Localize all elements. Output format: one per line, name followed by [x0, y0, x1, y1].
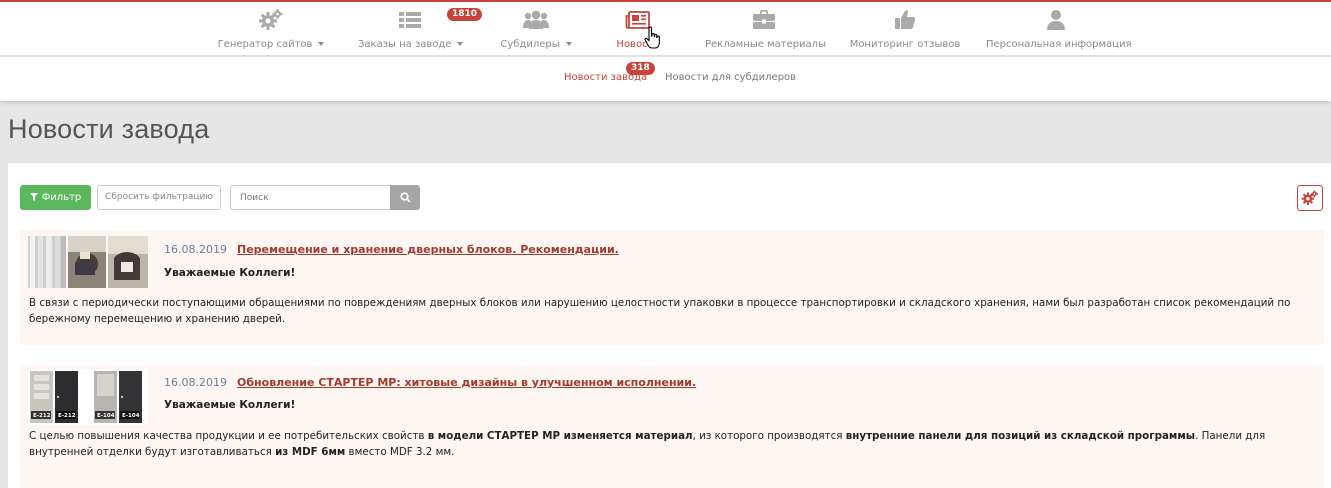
news-title-link[interactable]: Обновление СТАРТЕР МР: хитовые дизайны в…: [237, 376, 696, 389]
filter-icon: [29, 193, 38, 201]
news-greeting: Уважаемые Коллеги!: [164, 267, 296, 279]
tab-subdealer-news[interactable]: Новости для субдилеров: [665, 72, 796, 83]
nav-item-label: Мониторинг отзывов: [849, 39, 961, 50]
search-button[interactable]: [390, 185, 420, 210]
news-image-starter-doors[interactable]: E-212 E-212 E-104 E-104: [28, 369, 148, 425]
nav-item-review-monitoring[interactable]: Мониторинг отзывов: [849, 8, 961, 54]
thumbs-up-icon: [895, 10, 916, 29]
list-icon: [399, 12, 421, 28]
news-image-door-storage[interactable]: [28, 236, 148, 288]
nav-item-subdealers[interactable]: Субдилеры: [498, 8, 574, 54]
nav-item-personal-info[interactable]: Персональная информация: [986, 8, 1132, 54]
page-title: Новости завода: [8, 114, 210, 144]
gears-icon: [259, 9, 283, 30]
reset-filter-button[interactable]: Сбросить фильтрацию: [97, 185, 221, 210]
news-date: 16.08.2019: [164, 243, 227, 256]
chevron-down-icon: [565, 42, 572, 46]
news-item: E-212 E-212 E-104 E-104 16.08.2019 Обнов…: [20, 365, 1324, 488]
nav-item-label: Новос: [616, 39, 648, 50]
filter-button-label: Фильтр: [41, 192, 82, 203]
briefcase-icon: [753, 10, 775, 29]
nav-item-site-generator[interactable]: Генератор сайтов: [216, 8, 326, 54]
users-icon: [523, 10, 549, 29]
news-title-link[interactable]: Перемещение и хранение дверных блоков. Р…: [237, 243, 619, 256]
nav-item-label: Субдилеры: [500, 39, 560, 50]
news-greeting: Уважаемые Коллеги!: [164, 399, 296, 411]
news-text: В связи с периодически поступающими обра…: [29, 297, 1291, 325]
news-text: С целью повышения качества продукции и е…: [29, 430, 1266, 458]
news-item: 16.08.2019 Перемещение и хранение дверны…: [20, 230, 1324, 345]
nav-item-label: Заказы на заводе: [358, 39, 452, 50]
sub-navigation: Новости завода 318 Новости для субдилеро…: [0, 57, 1331, 101]
filter-button[interactable]: Фильтр: [20, 185, 91, 210]
news-date: 16.08.2019: [164, 376, 227, 389]
top-navigation: Генератор сайтов Заказы на заводе 1810 С…: [0, 0, 1331, 56]
search-icon: [400, 192, 411, 203]
nav-item-label: Генератор сайтов: [217, 39, 313, 50]
factory-news-count-badge: 318: [626, 62, 655, 75]
door-label: E-212: [58, 413, 76, 419]
nav-item-ad-materials[interactable]: Рекламные материалы: [705, 8, 826, 54]
door-label: E-104: [122, 413, 140, 419]
door-label: E-104: [97, 413, 115, 419]
door-label: E-212: [33, 413, 51, 419]
news-panel: Фильтр Сбросить фильтрацию Поиск 16.08.2…: [8, 163, 1331, 488]
chevron-down-icon: [457, 42, 464, 46]
settings-button[interactable]: [1297, 185, 1323, 211]
nav-item-label: Персональная информация: [986, 39, 1132, 50]
orders-count-badge: 1810: [447, 8, 483, 21]
gears-icon: [1301, 190, 1318, 205]
chevron-down-icon: [318, 42, 325, 46]
nav-item-label: Рекламные материалы: [705, 39, 826, 50]
search-input[interactable]: [230, 185, 390, 210]
user-icon: [1047, 10, 1065, 30]
hand-cursor-icon: [644, 26, 660, 49]
